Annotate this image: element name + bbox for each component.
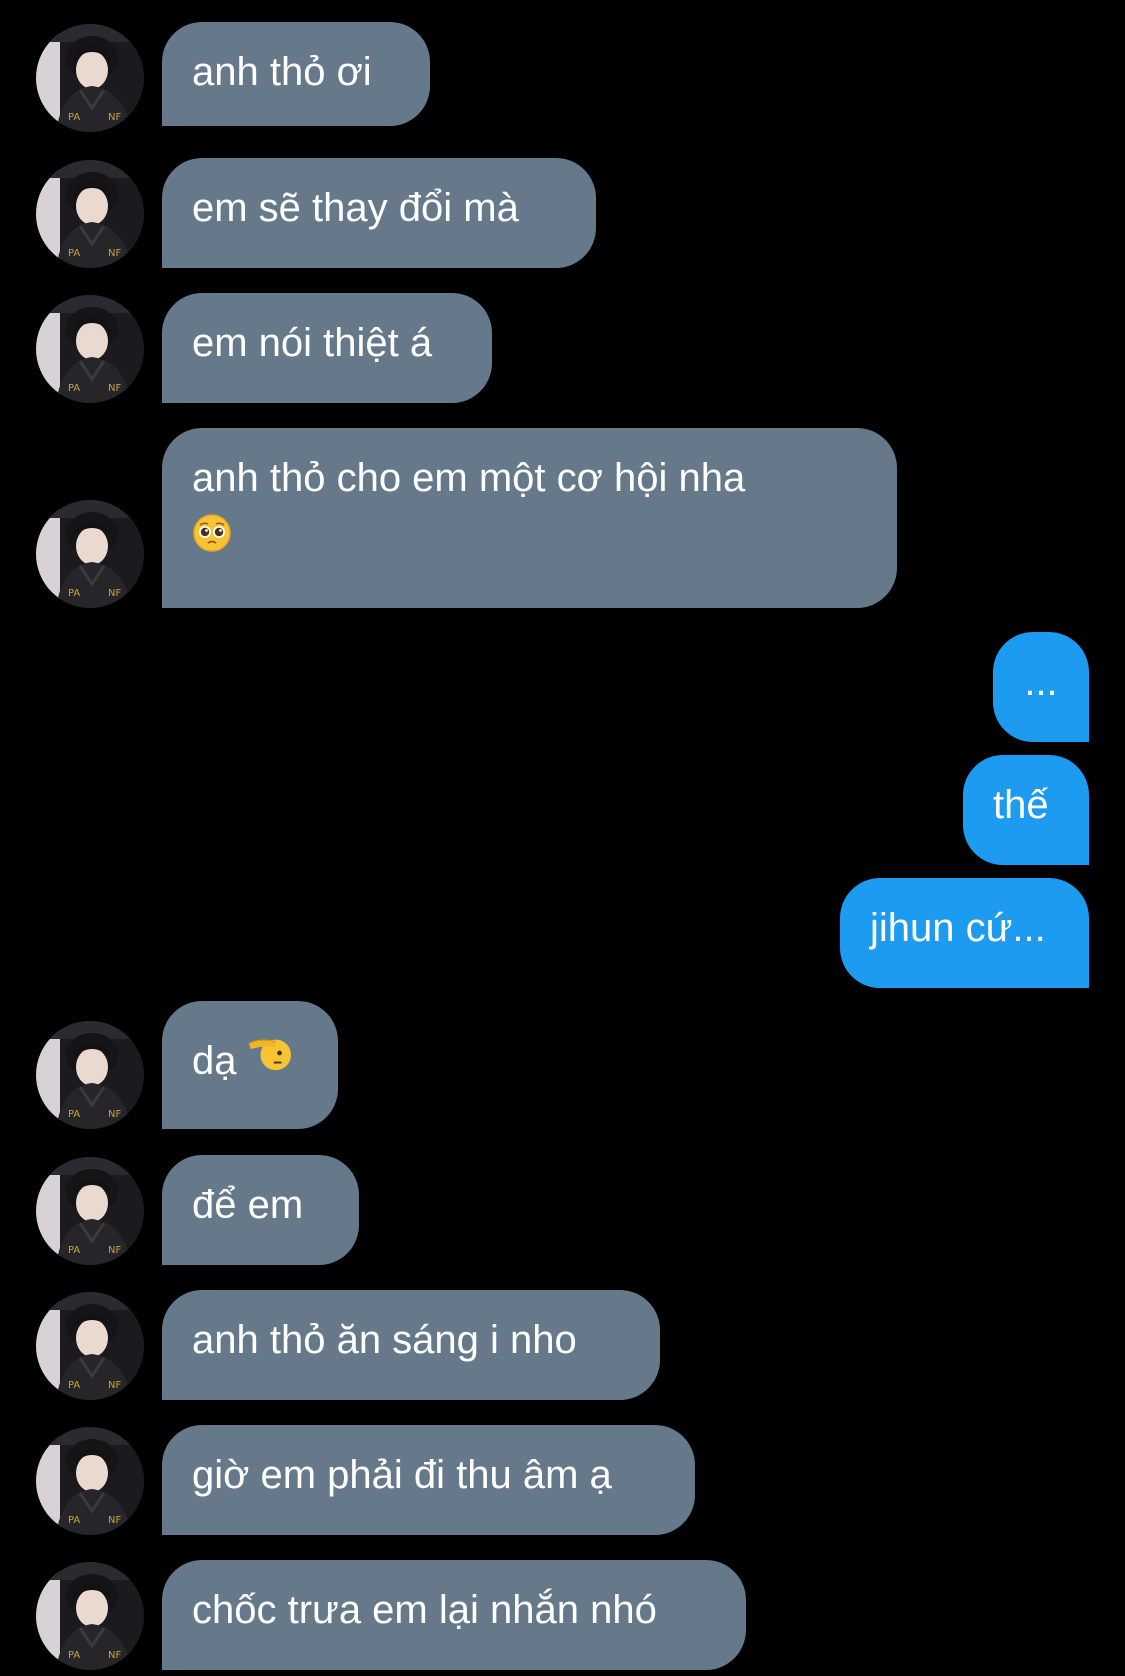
message-row: em sẽ thay đổi mà [0, 158, 1125, 268]
avatar-image [36, 1021, 144, 1129]
message-text: anh thỏ ơi [192, 50, 372, 94]
avatar[interactable] [36, 1427, 144, 1535]
message-text: em sẽ thay đổi mà [192, 186, 519, 230]
incoming-message-bubble[interactable]: giờ em phải đi thu âm ạ [162, 1425, 695, 1535]
message-text: ... [1024, 660, 1058, 704]
incoming-message-bubble[interactable]: em sẽ thay đổi mà [162, 158, 596, 268]
avatar-image [36, 295, 144, 403]
avatar-image [36, 1292, 144, 1400]
avatar[interactable] [36, 1292, 144, 1400]
message-row: jihun cứ... [0, 878, 1125, 988]
message-row: anh thỏ ơi [0, 22, 1125, 132]
message-text: anh thỏ ăn sáng i nho [192, 1318, 577, 1362]
pleading-face-icon [192, 512, 232, 568]
message-row: anh thỏ cho em một cơ hội nha [0, 428, 1125, 608]
message-text: giờ em phải đi thu âm ạ [192, 1453, 612, 1497]
message-row: anh thỏ ăn sáng i nho [0, 1290, 1125, 1400]
message-text: em nói thiệt á [192, 321, 433, 365]
avatar[interactable] [36, 1562, 144, 1670]
message-row: chốc trưa em lại nhắn nhó [0, 1560, 1125, 1670]
incoming-message-bubble[interactable]: anh thỏ ăn sáng i nho [162, 1290, 660, 1400]
incoming-message-bubble[interactable]: chốc trưa em lại nhắn nhó [162, 1560, 746, 1670]
avatar[interactable] [36, 160, 144, 268]
incoming-message-bubble[interactable]: dạ [162, 1001, 338, 1129]
avatar[interactable] [36, 24, 144, 132]
message-text: jihun cứ... [870, 906, 1046, 950]
saluting-face-icon [247, 1032, 293, 1089]
message-text: để em [192, 1183, 304, 1227]
avatar[interactable] [36, 295, 144, 403]
message-row: giờ em phải đi thu âm ạ [0, 1425, 1125, 1535]
outgoing-message-bubble[interactable]: jihun cứ... [840, 878, 1089, 988]
incoming-message-bubble[interactable]: để em [162, 1155, 359, 1265]
message-row: em nói thiệt á [0, 293, 1125, 403]
message-text: thế [993, 783, 1049, 827]
message-row: ... [0, 632, 1125, 742]
avatar-image [36, 1562, 144, 1670]
message-text: anh thỏ cho em một cơ hội nha [192, 456, 746, 500]
avatar[interactable] [36, 500, 144, 608]
avatar[interactable] [36, 1021, 144, 1129]
avatar-image [36, 1157, 144, 1265]
avatar[interactable] [36, 1157, 144, 1265]
message-text: dạ [192, 1039, 237, 1083]
message-row: thế [0, 755, 1125, 865]
message-text: chốc trưa em lại nhắn nhó [192, 1588, 657, 1632]
avatar-image [36, 24, 144, 132]
message-row: dạ [0, 1001, 1125, 1129]
outgoing-message-bubble[interactable]: ... [993, 632, 1089, 742]
incoming-message-bubble[interactable]: anh thỏ cho em một cơ hội nha [162, 428, 897, 608]
incoming-message-bubble[interactable]: anh thỏ ơi [162, 22, 430, 126]
avatar-image [36, 1427, 144, 1535]
message-row: để em [0, 1155, 1125, 1265]
incoming-message-bubble[interactable]: em nói thiệt á [162, 293, 492, 403]
avatar-image [36, 160, 144, 268]
avatar-image [36, 500, 144, 608]
outgoing-message-bubble[interactable]: thế [963, 755, 1089, 865]
